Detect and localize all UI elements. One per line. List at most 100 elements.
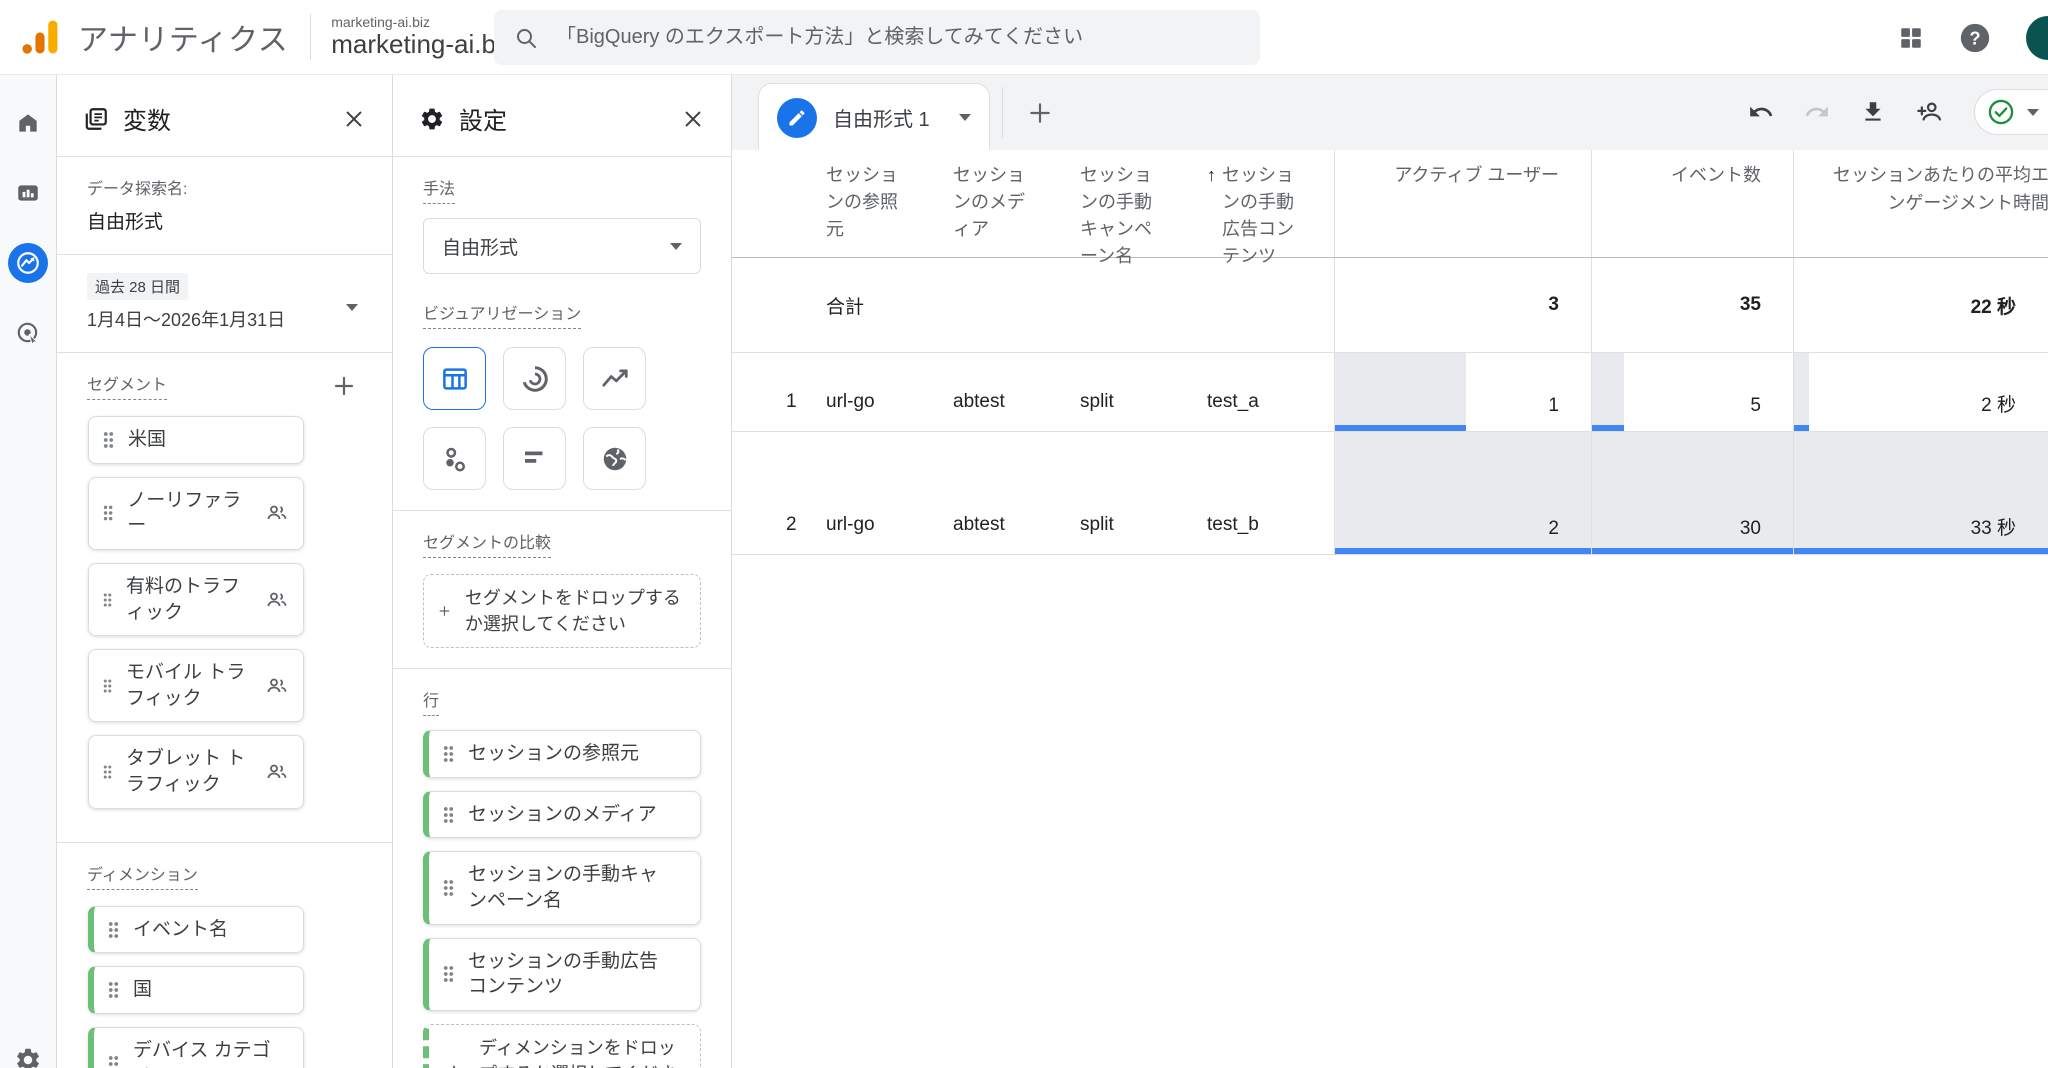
redo-icon[interactable] xyxy=(1804,99,1830,125)
table-totals-row: 合計 3 35 22 秒 xyxy=(732,258,2048,353)
viz-line-button[interactable] xyxy=(583,347,646,410)
date-range-chip[interactable]: 過去 28 日間 xyxy=(87,273,188,300)
row-dimension-chip[interactable]: セッションの手動広告コンテンツ xyxy=(423,938,701,1011)
nav-reports[interactable] xyxy=(8,173,48,213)
row-number: 2 xyxy=(732,432,826,554)
drag-handle-icon[interactable] xyxy=(108,921,119,939)
col-header-session-ad-content[interactable]: ↑ セッションの手動広告コンテンツ xyxy=(1207,150,1334,257)
header-divider xyxy=(310,14,311,60)
variables-close-button[interactable] xyxy=(340,105,368,133)
tab-free-form[interactable]: 自由形式 1 xyxy=(758,83,990,151)
date-range-section[interactable]: 過去 28 日間 1月4日〜2026年1月31日 xyxy=(57,255,392,353)
tab-strip: 自由形式 1 xyxy=(732,75,2048,150)
dimension-chip[interactable]: 国 xyxy=(88,966,304,1014)
svg-text:?: ? xyxy=(1969,27,1980,48)
drag-handle-icon[interactable] xyxy=(103,677,112,695)
table-row[interactable]: 1 url-go abtest split test_a 1 5 2 秒 xyxy=(732,353,2048,432)
segment-drop-zone[interactable]: セグメントをドロップするか選択してください xyxy=(423,574,701,648)
search-bar[interactable] xyxy=(494,10,1260,65)
segment-chip[interactable]: 米国 xyxy=(88,416,304,464)
cell-session-source: url-go xyxy=(826,353,953,431)
viz-bar-button[interactable] xyxy=(503,427,566,490)
scatter-chart-icon xyxy=(440,444,470,474)
nav-explore-active[interactable] xyxy=(8,243,48,283)
row-number: 1 xyxy=(732,353,826,431)
segment-chip[interactable]: タブレット トラフィック xyxy=(88,735,304,808)
col-header-session-medium[interactable]: セッションのメディア xyxy=(953,150,1080,257)
drag-handle-icon[interactable] xyxy=(443,879,454,897)
dimension-chip[interactable]: イベント名 xyxy=(88,906,304,954)
viz-table-button[interactable] xyxy=(423,347,486,410)
search-input[interactable] xyxy=(556,26,1240,49)
drag-handle-icon[interactable] xyxy=(103,763,112,781)
date-range-caret-icon[interactable] xyxy=(346,304,358,311)
nav-home[interactable] xyxy=(8,103,48,143)
drag-handle-icon[interactable] xyxy=(108,1055,119,1068)
freeform-table: セッションの参照元 セッションのメディア セッションの手動キャンペーン名 ↑ セ… xyxy=(732,150,2048,1068)
row-dimension-label: セッションの参照元 xyxy=(468,741,639,767)
share-person-add-icon[interactable] xyxy=(1916,98,1944,126)
variables-icon xyxy=(83,106,109,132)
explore-icon xyxy=(15,250,41,276)
col-header-avg-engagement[interactable]: セッションあたりの平均エンゲージメント時間 xyxy=(1794,150,2048,257)
tab-caret-icon[interactable] xyxy=(959,114,971,121)
dimension-drop-zone[interactable]: ディメンションをドロップするか選択してください xyxy=(423,1024,701,1068)
canvas-toolbar xyxy=(1748,89,2024,135)
dimension-label: 国 xyxy=(133,977,152,1003)
add-segment-button[interactable] xyxy=(332,374,356,398)
viz-donut-button[interactable] xyxy=(503,347,566,410)
drag-handle-icon[interactable] xyxy=(103,431,114,449)
add-tab-button[interactable] xyxy=(1020,93,1060,133)
drag-handle-icon[interactable] xyxy=(443,965,454,983)
cell-session-source: url-go xyxy=(826,432,953,554)
undo-icon[interactable] xyxy=(1748,99,1774,125)
globe-icon xyxy=(600,444,630,474)
property-selector[interactable]: marketing-ai.biz marketing-ai.biz xyxy=(331,14,515,60)
line-chart-icon xyxy=(600,364,630,394)
segment-chip[interactable]: ノーリファラー xyxy=(88,477,304,550)
viz-geo-button[interactable] xyxy=(583,427,646,490)
apps-grid-icon[interactable] xyxy=(1898,25,1924,51)
row-dimension-label: セッションの手動広告コンテンツ xyxy=(468,949,668,1000)
segment-chip[interactable]: モバイル トラフィック xyxy=(88,649,304,722)
drag-handle-icon[interactable] xyxy=(103,591,112,609)
help-icon[interactable]: ? xyxy=(1958,21,1992,55)
nav-advertising[interactable] xyxy=(8,313,48,353)
user-avatar[interactable] xyxy=(2026,16,2048,60)
plus-icon xyxy=(332,374,356,398)
settings-close-button[interactable] xyxy=(679,105,707,133)
drag-handle-icon[interactable] xyxy=(443,806,454,824)
plus-icon xyxy=(443,1063,465,1068)
cell-active-users: 2 xyxy=(1334,432,1592,554)
chevron-down-icon xyxy=(2027,109,2039,116)
technique-select[interactable]: 自由形式 xyxy=(423,218,701,274)
cell-event-count: 5 xyxy=(1592,353,1794,431)
metric-bar xyxy=(1592,353,1624,431)
drag-handle-icon[interactable] xyxy=(108,981,119,999)
download-icon[interactable] xyxy=(1860,99,1886,125)
table-row[interactable]: 2 url-go abtest split test_b 2 30 33 秒 xyxy=(732,432,2048,555)
row-dimension-chip[interactable]: セッションの手動キャンペーン名 xyxy=(423,851,701,924)
dimension-chip[interactable]: デバイス カテゴリ xyxy=(88,1027,304,1068)
metric-bar xyxy=(1794,353,1809,431)
drag-handle-icon[interactable] xyxy=(103,504,113,522)
col-header-active-users[interactable]: アクティブ ユーザー xyxy=(1334,150,1592,257)
totals-event-count: 35 xyxy=(1592,258,1794,352)
col-header-session-source[interactable]: セッションの参照元 xyxy=(826,150,953,257)
technique-label: 手法 xyxy=(423,175,455,204)
technique-value: 自由形式 xyxy=(442,233,518,260)
row-dimension-chip[interactable]: セッションの参照元 xyxy=(423,730,701,778)
donut-chart-icon xyxy=(520,364,550,394)
col-header-event-count[interactable]: イベント数 xyxy=(1592,150,1794,257)
sort-ascending-icon[interactable]: ↑ xyxy=(1207,162,1216,257)
drag-handle-icon[interactable] xyxy=(443,745,454,763)
google-analytics-logo[interactable] xyxy=(18,15,62,59)
row-dimension-chip[interactable]: セッションのメディア xyxy=(423,791,701,839)
exploration-name-value[interactable]: 自由形式 xyxy=(87,207,368,234)
segment-chip[interactable]: 有料のトラフィック xyxy=(88,563,304,636)
validation-status-pill[interactable] xyxy=(1974,89,2048,135)
dimensions-label: ディメンション xyxy=(87,861,198,890)
nav-admin[interactable] xyxy=(8,1040,48,1068)
col-header-session-campaign[interactable]: セッションの手動キャンペーン名 xyxy=(1080,150,1207,257)
viz-scatter-button[interactable] xyxy=(423,427,486,490)
